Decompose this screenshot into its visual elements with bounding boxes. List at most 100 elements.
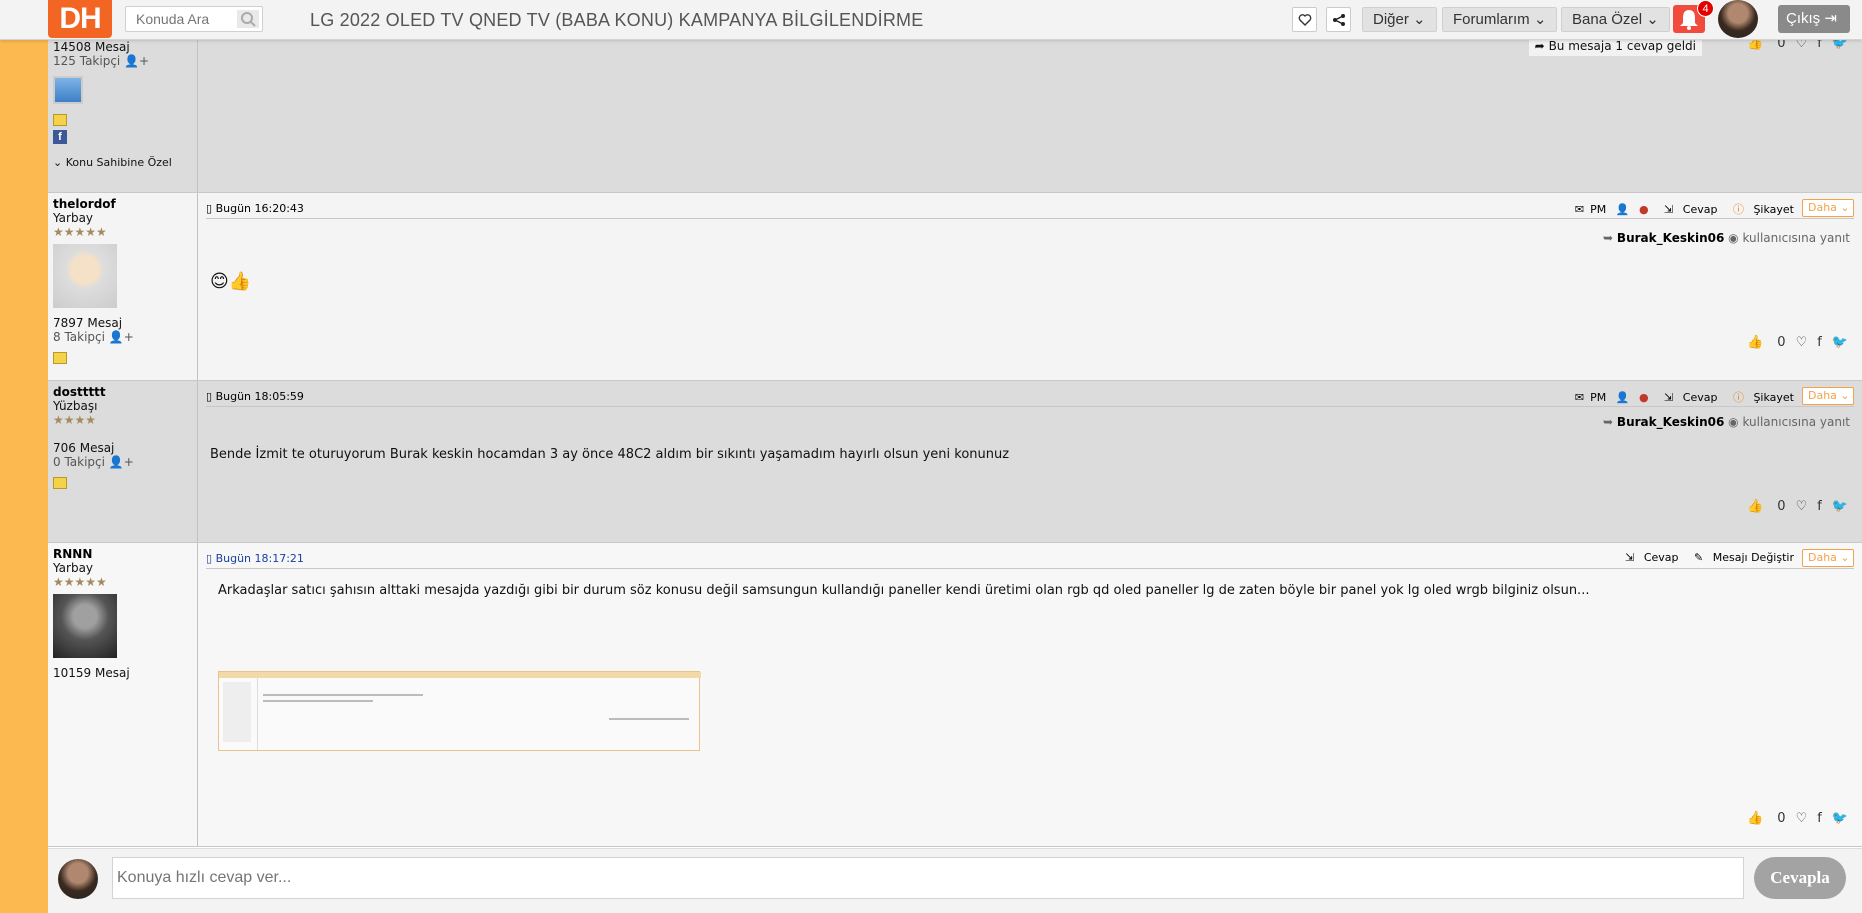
user-message-count: 10159 Mesaj	[53, 666, 130, 680]
follow-add-icon[interactable]: 👤+	[109, 455, 134, 469]
logout-label: Çıkış	[1786, 10, 1821, 27]
owner-special-label: Konu Sahibine Özel	[65, 156, 172, 169]
reply-to-username[interactable]: Burak_Keskin06	[1617, 415, 1724, 429]
reply-button[interactable]: ⇲ Cevap	[1658, 203, 1717, 216]
add-friend-icon[interactable]: 👤	[1616, 203, 1630, 216]
post-rating-bar: 👍 0 ♡ f 🐦	[1737, 811, 1848, 826]
chevron-down-icon: ⌄	[1413, 11, 1426, 28]
user-avatar[interactable]	[53, 244, 117, 308]
menu-other-button[interactable]: Diğer ⌄	[1362, 7, 1437, 32]
follower-label: 0 Takipçi	[53, 455, 105, 469]
quick-reply-input[interactable]	[112, 857, 1744, 899]
follow-add-icon[interactable]: 👤+	[124, 54, 149, 68]
twitter-share-icon[interactable]: 🐦	[1832, 499, 1848, 514]
report-label: Şikayet	[1753, 391, 1794, 404]
more-button[interactable]: Daha ⌄	[1802, 549, 1854, 567]
username[interactable]: thelordof	[53, 197, 192, 211]
topic-search-input[interactable]	[126, 7, 234, 31]
reply-label: Cevap	[1682, 203, 1718, 216]
post-user-pane: thelordof Yarbay ★★★★★ 7897 Mesaj 8 Taki…	[48, 193, 198, 380]
post-message-pane: ▯ Bugün 18:05:59 ✉ PM 👤 ● ⇲ Cevap ⓘ Şikay…	[198, 381, 1862, 542]
user-message-count: 7897 Mesaj	[53, 316, 123, 330]
owner-special-toggle[interactable]: ⌄ Konu Sahibine Özel	[53, 156, 192, 169]
more-button[interactable]: Daha ⌄	[1802, 387, 1854, 405]
rank-stars: ★★★★★	[53, 225, 107, 239]
user-follower-count[interactable]: 125 Takipçi 👤+	[53, 54, 192, 68]
reply-icon: ⇲	[1625, 551, 1635, 564]
search-icon[interactable]	[237, 10, 259, 28]
post-actions: ✉ PM 👤 ● ⇲ Cevap ⓘ Şikayet	[1563, 201, 1794, 217]
warning-icon: ⓘ	[1732, 203, 1744, 216]
username[interactable]: dosttttt	[53, 385, 192, 399]
reply-to-suffix: kullanıcısına yanıt	[1742, 231, 1850, 245]
folder-icon[interactable]	[53, 114, 67, 126]
folder-icon[interactable]	[53, 352, 67, 364]
share-icon[interactable]	[1326, 7, 1351, 32]
page-title: LG 2022 OLED TV QNED TV (BABA KONU) KAMP…	[310, 10, 924, 30]
reply-button[interactable]: ⇲ Cevap	[1619, 551, 1678, 564]
folder-icon[interactable]	[53, 477, 67, 489]
reply-label: Cevap	[1682, 391, 1718, 404]
more-label: Daha	[1808, 389, 1837, 402]
reply-label: Cevap	[1643, 551, 1679, 564]
attached-screenshot-image[interactable]	[218, 671, 701, 751]
user-follower-count[interactable]: 8 Takipçi 👤+	[53, 330, 192, 344]
post-time: Bugün 18:05:59	[215, 390, 304, 403]
ignore-icon[interactable]: ●	[1639, 203, 1649, 216]
thread-content: 14508 Mesaj 125 Takipçi 👤+ f ⌄ Konu Sahi…	[48, 36, 1862, 913]
twitter-share-icon[interactable]: 🐦	[1832, 811, 1848, 826]
site-logo[interactable]: DH	[48, 0, 112, 38]
logout-button[interactable]: Çıkış ⇥	[1778, 5, 1850, 33]
heart-icon[interactable]: ♡	[1796, 499, 1808, 514]
document-icon: ▯	[206, 202, 213, 215]
post-header-bar: ▯ Bugün 16:20:43 ✉ PM 👤 ● ⇲ Cevap ⓘ Şikay…	[206, 199, 1854, 219]
facebook-share-icon[interactable]: f	[1817, 811, 1822, 826]
edit-message-button[interactable]: ✎ Mesajı Değiştir	[1688, 551, 1794, 564]
facebook-icon[interactable]: f	[53, 130, 67, 144]
user-follower-count[interactable]: 0 Takipçi 👤+	[53, 455, 192, 469]
pm-button[interactable]: ✉ PM	[1569, 391, 1606, 404]
more-button[interactable]: Daha ⌄	[1802, 199, 1854, 217]
reply-icon: ⇲	[1664, 391, 1674, 404]
emoji-thumbs-up-icon: 😊👍	[210, 271, 252, 292]
pm-label: PM	[1590, 391, 1607, 404]
user-avatar[interactable]	[1718, 0, 1758, 38]
twitter-share-icon[interactable]: 🐦	[1832, 335, 1848, 350]
reply-to-avatar: ◉	[1728, 415, 1739, 429]
ignore-icon[interactable]: ●	[1639, 391, 1649, 404]
user-rank: Yarbay	[53, 561, 94, 575]
menu-personal-button[interactable]: Bana Özel ⌄	[1561, 7, 1670, 32]
post-message-pane: ▯ Bugün 16:20:43 ✉ PM 👤 ● ⇲ Cevap ⓘ Şikay…	[198, 193, 1862, 380]
pm-icon: ✉	[1574, 391, 1585, 404]
heart-icon[interactable]: ♡	[1796, 811, 1808, 826]
report-button[interactable]: ⓘ Şikayet	[1727, 391, 1794, 404]
like-count: 0	[1777, 335, 1786, 350]
follow-add-icon[interactable]: 👤+	[109, 330, 134, 344]
forum-post: dosttttt Yüzbaşı ★★★★ 706 Mesaj 0 Takipç…	[48, 381, 1862, 543]
quick-reply-submit-button[interactable]: Cevapla	[1754, 857, 1846, 899]
facebook-share-icon[interactable]: f	[1817, 335, 1822, 350]
thumbs-up-icon[interactable]: 👍	[1747, 335, 1763, 350]
reply-arrow-icon: ➥	[1603, 415, 1614, 429]
reply-to-username[interactable]: Burak_Keskin06	[1617, 231, 1724, 245]
menu-forums-button[interactable]: Forumlarım ⌄	[1442, 7, 1558, 32]
heart-icon[interactable]: ♡	[1796, 335, 1808, 350]
rank-stars: ★★★★★	[53, 575, 107, 589]
document-icon: ▯	[206, 390, 213, 403]
post-actions: ✉ PM 👤 ● ⇲ Cevap ⓘ Şikayet	[1563, 389, 1794, 405]
pm-button[interactable]: ✉ PM	[1569, 203, 1606, 216]
facebook-share-icon[interactable]: f	[1817, 499, 1822, 514]
rank-stars: ★★★★	[53, 413, 97, 427]
favorite-heart-icon[interactable]	[1292, 7, 1317, 32]
thumbs-up-icon[interactable]: 👍	[1747, 811, 1763, 826]
user-avatar[interactable]	[53, 594, 117, 658]
report-button[interactable]: ⓘ Şikayet	[1727, 203, 1794, 216]
reply-button[interactable]: ⇲ Cevap	[1658, 391, 1717, 404]
thumbs-up-icon[interactable]: 👍	[1747, 499, 1763, 514]
chevron-down-icon: ⌄	[1646, 11, 1659, 28]
post-date: ▯ Bugün 18:17:21	[206, 552, 304, 565]
reply-to-indicator: ➥ Burak_Keskin06 ◉ kullanıcısına yanıt	[1603, 415, 1850, 429]
username[interactable]: RNNN	[53, 547, 192, 561]
user-message-count: 706 Mesaj	[53, 441, 115, 455]
add-friend-icon[interactable]: 👤	[1616, 391, 1630, 404]
